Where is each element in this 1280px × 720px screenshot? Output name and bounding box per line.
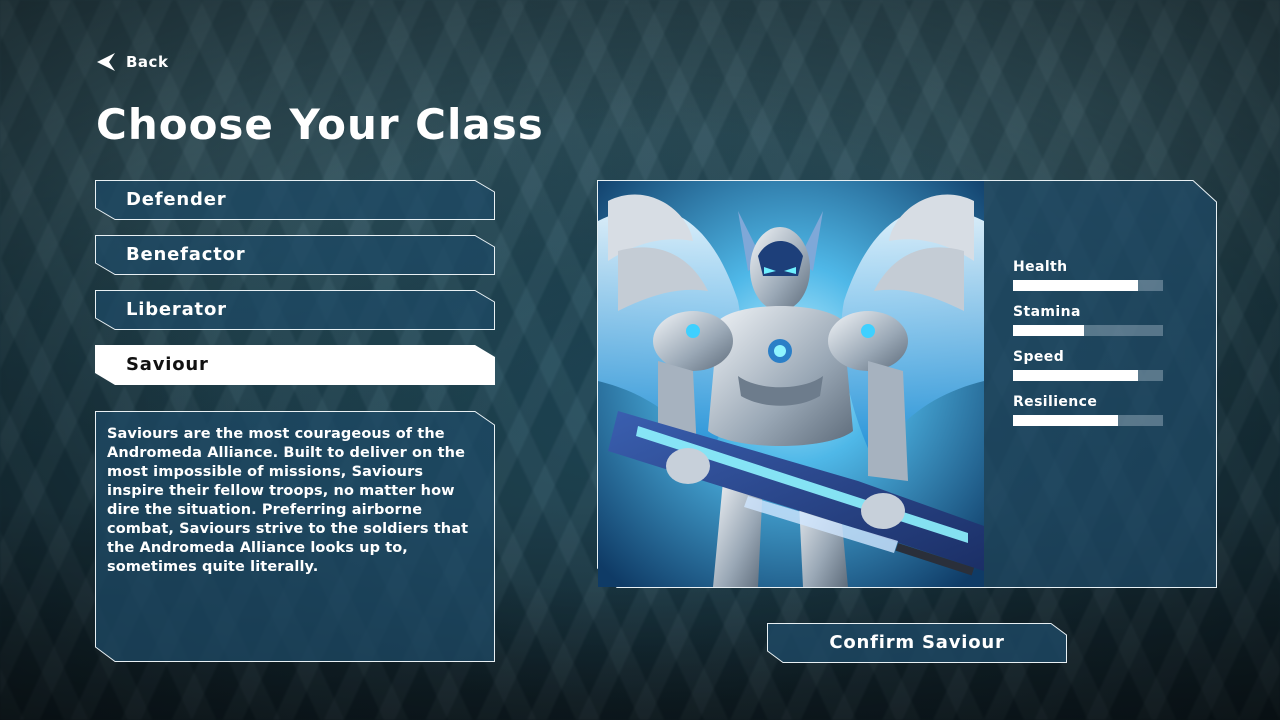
back-button[interactable]: Back [96,52,168,72]
class-option-liberator[interactable]: Liberator [95,290,495,330]
class-list: Defender Benefactor Liberator Saviour [95,180,495,400]
class-option-label: Saviour [126,354,209,375]
stat-label: Resilience [1013,394,1098,410]
class-description-panel: Saviours are the most courageous of the … [95,411,495,662]
back-arrow-icon [97,53,115,71]
stat-stamina: Stamina [1013,303,1173,336]
stat-speed: Speed [1013,348,1173,381]
stat-label: Stamina [1013,304,1081,320]
stat-bar-track [1013,370,1163,381]
stat-bar-track [1013,280,1163,291]
confirm-button-label: Confirm Saviour [829,632,1005,653]
stat-bar-fill [1013,325,1084,336]
class-option-label: Defender [126,189,227,210]
class-option-label: Benefactor [126,244,246,265]
page-title: Choose Your Class [96,100,544,149]
class-description-text: Saviours are the most courageous of the … [107,426,469,575]
stat-bar-fill [1013,280,1138,291]
stat-bar-fill [1013,370,1138,381]
back-label: Back [126,53,169,71]
class-option-benefactor[interactable]: Benefactor [95,235,495,275]
class-stats: Health Stamina Speed Resilience [1013,258,1173,438]
stat-resilience: Resilience [1013,393,1173,426]
stat-bar-fill [1013,415,1118,426]
stat-bar-track [1013,415,1163,426]
saviour-portrait-image [598,181,984,587]
stat-bar-track [1013,325,1163,336]
class-option-saviour[interactable]: Saviour [95,345,495,385]
stat-health: Health [1013,258,1173,291]
stat-label: Health [1013,259,1068,275]
class-option-defender[interactable]: Defender [95,180,495,220]
confirm-class-button[interactable]: Confirm Saviour [767,623,1067,663]
class-preview-panel: Health Stamina Speed Resilience [597,180,1217,588]
class-option-label: Liberator [126,299,227,320]
stat-label: Speed [1013,349,1065,365]
class-portrait [598,181,984,587]
